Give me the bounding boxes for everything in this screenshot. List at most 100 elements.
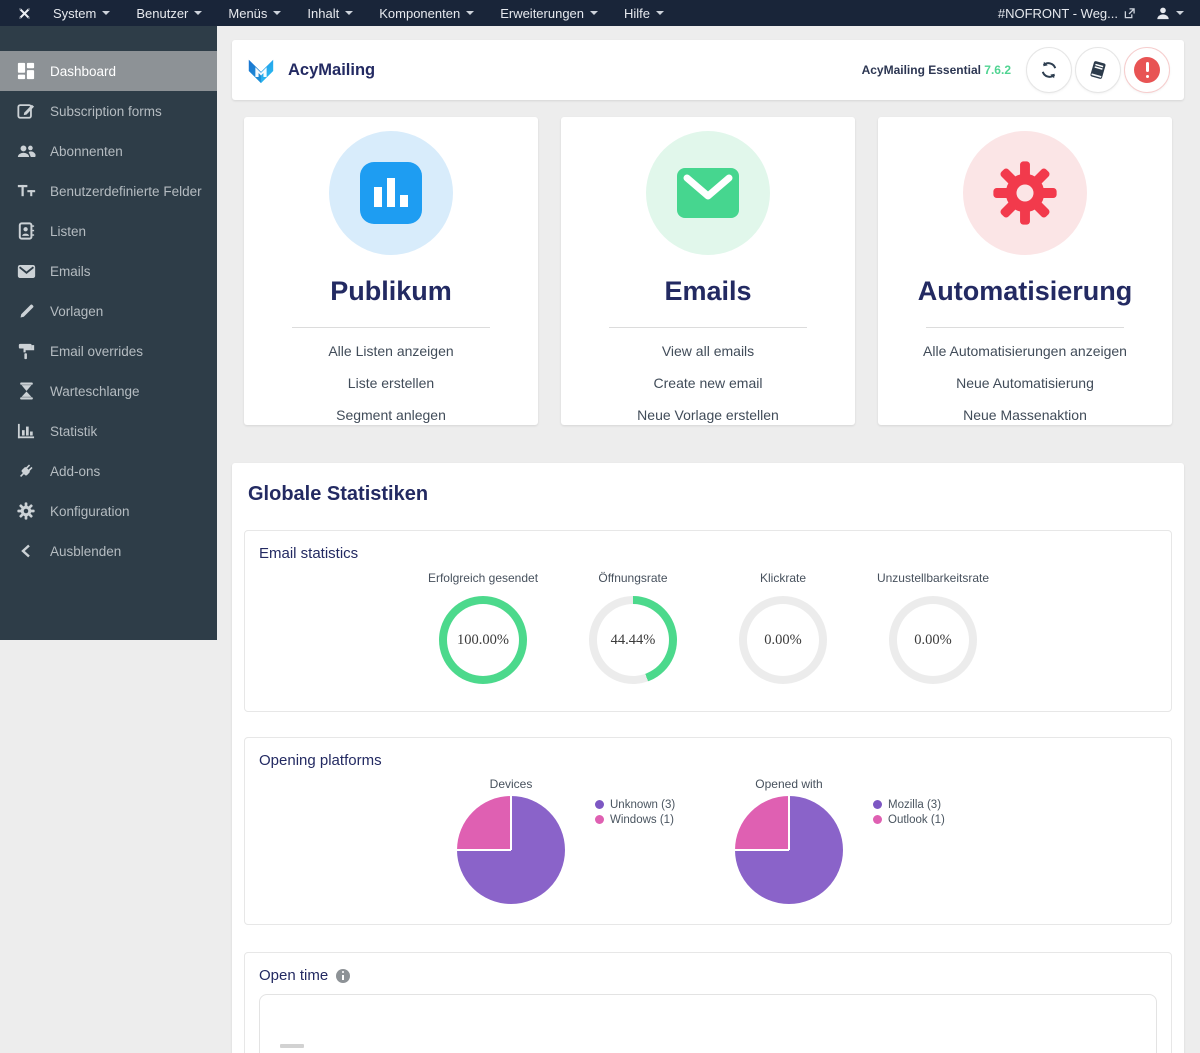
- topbar-menu: System Benutzer Menüs Inhalt Komponenten…: [40, 0, 677, 26]
- menu-label: Inhalt: [307, 5, 340, 21]
- open-time-header: Open time: [245, 953, 1171, 984]
- legend-item-unknown[interactable]: Unknown (3): [595, 797, 697, 812]
- warning-icon: [1134, 57, 1160, 83]
- opened-with-chart: Opened with: [719, 777, 859, 904]
- pencil-icon: [15, 303, 37, 320]
- legend-item-outlook[interactable]: Outlook (1): [873, 812, 975, 827]
- menu-erweiterungen[interactable]: Erweiterungen: [487, 0, 611, 26]
- info-icon[interactable]: [336, 968, 351, 983]
- sidebar-item-konfiguration[interactable]: Konfiguration: [0, 491, 217, 531]
- form-edit-icon: [15, 102, 37, 120]
- menu-menus[interactable]: Menüs: [215, 0, 294, 26]
- sidebar-item-statistik[interactable]: Statistik: [0, 411, 217, 451]
- card-title-publikum[interactable]: Publikum: [254, 276, 528, 307]
- menu-benutzer[interactable]: Benutzer: [123, 0, 215, 26]
- sidebar-item-email-overrides[interactable]: Email overrides: [0, 331, 217, 371]
- address-book-icon: [15, 222, 37, 240]
- legend-item-mozilla[interactable]: Mozilla (3): [873, 797, 975, 812]
- legend-dot-pink: [873, 815, 882, 824]
- sidebar-item-emails[interactable]: Emails: [0, 251, 217, 291]
- hourglass-icon: [15, 382, 37, 400]
- metric-erfolgreich-gesendet: Erfolgreich gesendet 100.00%: [408, 571, 558, 684]
- plug-icon: [15, 462, 37, 480]
- link-alle-listen-anzeigen[interactable]: Alle Listen anzeigen: [254, 343, 528, 360]
- menu-hilfe[interactable]: Hilfe: [611, 0, 677, 26]
- legend-item-windows[interactable]: Windows (1): [595, 812, 697, 827]
- donut-value: 0.00%: [914, 631, 952, 648]
- opening-platforms-title: Opening platforms: [259, 752, 382, 769]
- refresh-license-button[interactable]: [1026, 47, 1072, 93]
- sidebar-item-label: Konfiguration: [50, 503, 130, 519]
- site-name: #NOFRONT - Weg...: [997, 5, 1118, 21]
- chevron-down-icon: [656, 11, 665, 15]
- sidebar-item-listen[interactable]: Listen: [0, 211, 217, 251]
- link-create-new-email[interactable]: Create new email: [571, 375, 845, 392]
- email-statistics-metrics: Erfolgreich gesendet 100.00% Öffnungsrat…: [245, 571, 1171, 684]
- site-preview-link[interactable]: #NOFRONT - Weg...: [998, 6, 1135, 21]
- acymailing-logo: [246, 55, 276, 85]
- legend-label: Unknown (3): [610, 798, 676, 811]
- opened-with-legend: Mozilla (3) Outlook (1): [873, 777, 975, 827]
- metric-klickrate: Klickrate 0.00%: [708, 571, 858, 684]
- card-title-emails[interactable]: Emails: [571, 276, 845, 307]
- chevron-down-icon: [194, 11, 203, 15]
- opening-platforms-card: Opening platforms Devices Unknown (3) Wi…: [244, 737, 1172, 925]
- sidebar-item-vorlagen[interactable]: Vorlagen: [0, 291, 217, 331]
- global-statistics-heading: Globale Statistiken: [248, 483, 429, 505]
- metric-unzustellbarkeitsrate: Unzustellbarkeitsrate 0.00%: [858, 571, 1008, 684]
- menu-system[interactable]: System: [40, 0, 123, 26]
- chevron-down-icon: [273, 11, 282, 15]
- sidebar-item-label: Subscription forms: [50, 103, 162, 119]
- automatisierung-icon-circle: [963, 131, 1087, 255]
- book-icon: [1090, 61, 1106, 79]
- clipped-chart-label: [280, 1044, 304, 1048]
- metric-label: Öffnungsrate: [598, 571, 668, 585]
- sidebar-item-subscription-forms[interactable]: Subscription forms: [0, 91, 217, 131]
- sidebar-item-abonnenten[interactable]: Abonnenten: [0, 131, 217, 171]
- link-segment-anlegen[interactable]: Segment anlegen: [254, 407, 528, 424]
- sidebar-item-label: Ausblenden: [50, 543, 122, 559]
- global-statistics-panel: Globale Statistiken Email statistics Erf…: [232, 463, 1184, 1053]
- main-content: AcyMailing AcyMailing Essential 7.6.2 Pu…: [232, 40, 1184, 1053]
- legend-dot-purple: [595, 800, 604, 809]
- sidebar-item-dashboard[interactable]: Dashboard: [0, 51, 217, 91]
- sidebar-item-label: Email overrides: [50, 343, 144, 359]
- app-title: AcyMailing: [288, 60, 376, 79]
- joomla-logo-icon: [17, 6, 32, 21]
- documentation-button[interactable]: [1075, 47, 1121, 93]
- opened-with-chart-group: Opened with Mozilla (3) Outlook (1): [719, 777, 975, 904]
- sidebar-item-label: Abonnenten: [50, 143, 123, 159]
- donut-chart-sent: 100.00%: [439, 596, 527, 684]
- open-time-card: Open time: [244, 952, 1172, 1053]
- card-title-automatisierung[interactable]: Automatisierung: [888, 276, 1162, 307]
- sidebar-item-ausblenden[interactable]: Ausblenden: [0, 531, 217, 571]
- refresh-icon: [1041, 61, 1057, 79]
- user-menu[interactable]: [1156, 6, 1184, 20]
- metric-oeffnungsrate: Öffnungsrate 44.44%: [558, 571, 708, 684]
- menu-inhalt[interactable]: Inhalt: [294, 0, 366, 26]
- menu-label: System: [53, 5, 97, 21]
- gear-icon: [993, 161, 1057, 225]
- sidebar-item-warteschlange[interactable]: Warteschlange: [0, 371, 217, 411]
- paint-roller-icon: [15, 343, 37, 360]
- legend-label: Mozilla (3): [888, 798, 942, 811]
- link-neue-massenaktion[interactable]: Neue Massenaktion: [888, 407, 1162, 424]
- devices-pie-chart: [457, 796, 565, 904]
- link-neue-vorlage-erstellen[interactable]: Neue Vorlage erstellen: [571, 407, 845, 424]
- text-fields-icon: [15, 183, 37, 199]
- link-view-all-emails[interactable]: View all emails: [571, 343, 845, 360]
- alerts-button[interactable]: [1124, 47, 1170, 93]
- sidebar-item-label: Benutzerdefinierte Felder: [50, 183, 202, 199]
- acymailing-appbar: AcyMailing AcyMailing Essential 7.6.2: [232, 40, 1184, 100]
- chevron-down-icon: [590, 11, 599, 15]
- metric-label: Erfolgreich gesendet: [427, 571, 539, 585]
- donut-chart-open-rate: 44.44%: [589, 596, 677, 684]
- sidebar-item-add-ons[interactable]: Add-ons: [0, 451, 217, 491]
- menu-komponenten[interactable]: Komponenten: [366, 0, 487, 26]
- link-alle-automatisierungen-anzeigen[interactable]: Alle Automatisierungen anzeigen: [888, 343, 1162, 360]
- link-liste-erstellen[interactable]: Liste erstellen: [254, 375, 528, 392]
- sidebar-item-benutzerdefinierte-felder[interactable]: Benutzerdefinierte Felder: [0, 171, 217, 211]
- link-neue-automatisierung[interactable]: Neue Automatisierung: [888, 375, 1162, 392]
- sidebar-item-label: Emails: [50, 263, 91, 279]
- gear-icon: [15, 502, 37, 520]
